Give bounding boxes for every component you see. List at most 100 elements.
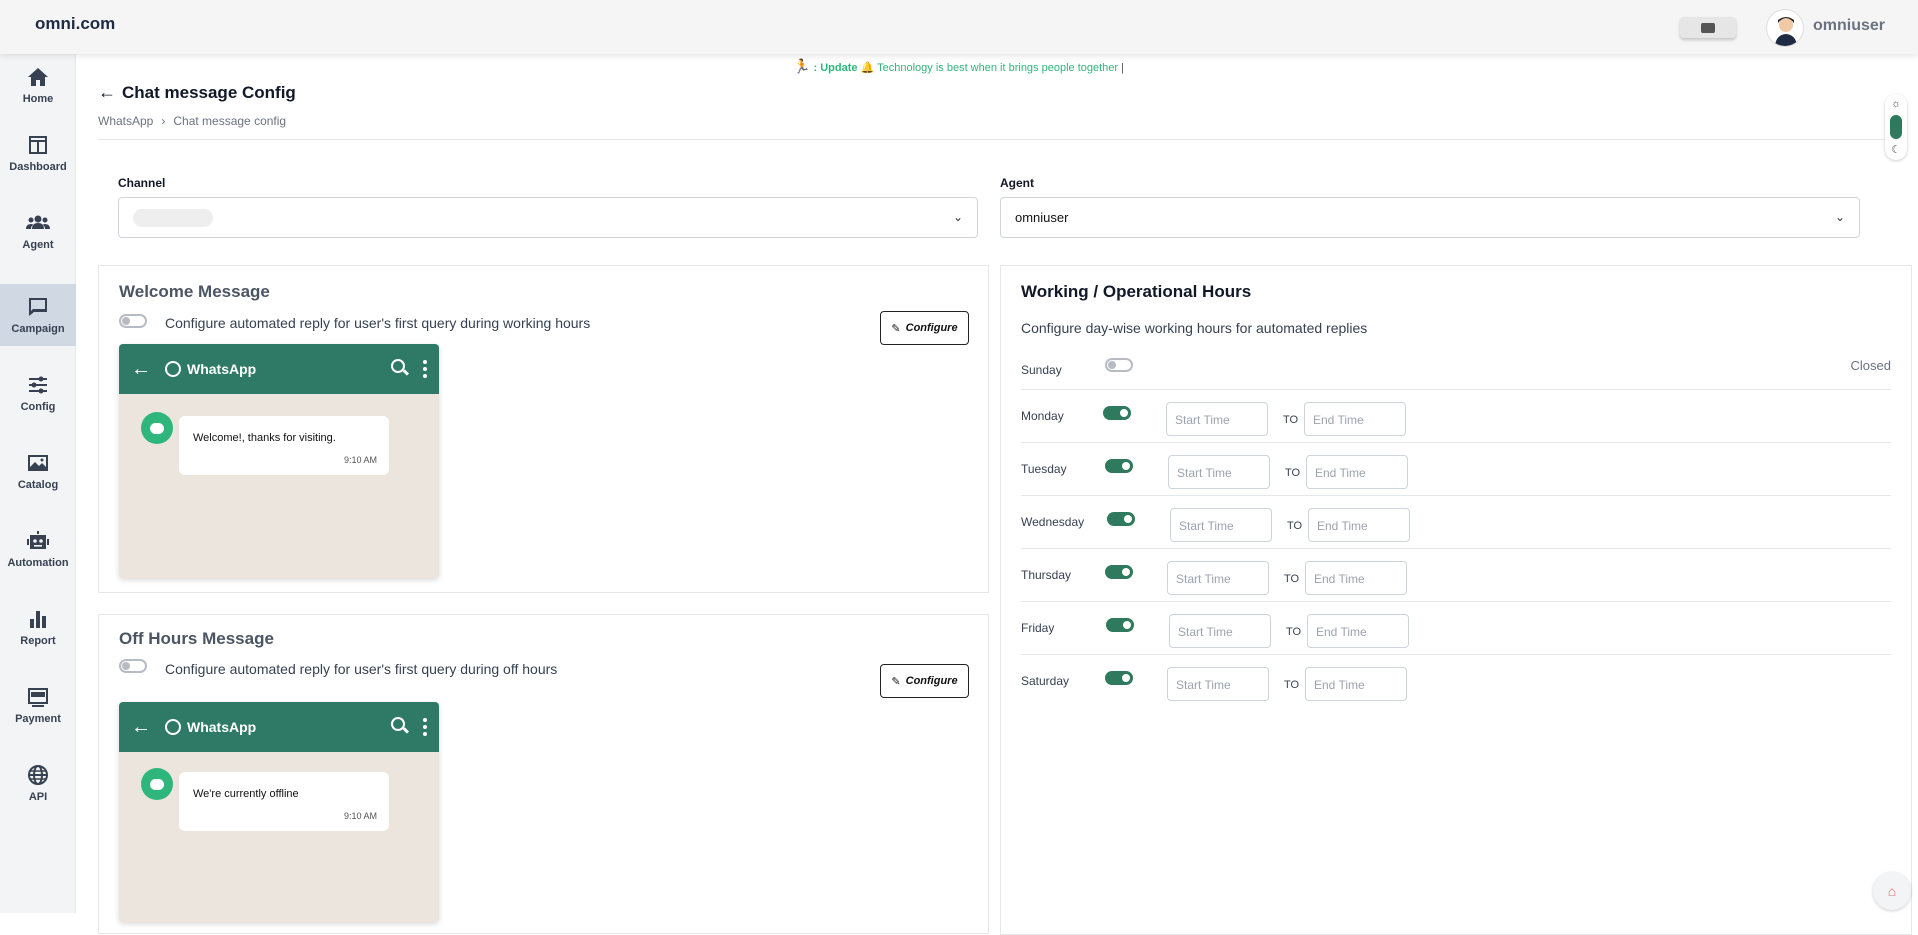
whatsapp-preview: ← WhatsApp Welcome!, thanks for visiting… bbox=[119, 344, 439, 578]
page-title-text: Chat message Config bbox=[122, 82, 296, 102]
day-toggle-saturday[interactable] bbox=[1105, 671, 1133, 685]
globe-icon bbox=[28, 765, 48, 785]
breadcrumb-link-whatsapp[interactable]: WhatsApp bbox=[98, 114, 153, 128]
welcome-configure-button[interactable]: ✎ Configure bbox=[880, 311, 969, 345]
agent-select-value: omniuser bbox=[1015, 210, 1069, 225]
day-toggle-thursday[interactable] bbox=[1105, 565, 1133, 579]
bell-icon: 🔔 bbox=[860, 62, 875, 74]
welcome-title: Welcome Message bbox=[119, 282, 270, 301]
message-text: Welcome!, thanks for visiting. bbox=[193, 432, 336, 444]
channel-value-placeholder bbox=[133, 208, 213, 227]
sidebar-item-automation[interactable]: Automation bbox=[0, 518, 76, 580]
start-time-input[interactable]: Start Time bbox=[1167, 667, 1269, 701]
to-label: TO bbox=[1286, 626, 1302, 638]
sidebar-item-label: API bbox=[28, 791, 48, 803]
day-toggle-sunday[interactable] bbox=[1105, 358, 1133, 372]
back-arrow-icon: ← bbox=[131, 715, 151, 738]
sun-icon: ☼ bbox=[1890, 98, 1902, 110]
day-name: Wednesday bbox=[1021, 515, 1085, 529]
off-hours-configure-button[interactable]: ✎ Configure bbox=[880, 664, 969, 698]
ticker-text: Technology is best when it brings people… bbox=[877, 62, 1119, 74]
chat-icon bbox=[29, 298, 47, 316]
sidebar-item-dashboard[interactable]: Dashboard bbox=[0, 122, 76, 184]
theme-toggle-knob bbox=[1890, 114, 1902, 139]
end-time-input[interactable]: End Time bbox=[1306, 455, 1408, 489]
whatsapp-preview-title: WhatsApp bbox=[187, 719, 257, 735]
help-fab[interactable]: ⌂ bbox=[1873, 872, 1911, 910]
end-time-input[interactable]: End Time bbox=[1305, 667, 1407, 701]
sidebar-item-api[interactable]: API bbox=[0, 752, 76, 814]
sidebar-item-catalog[interactable]: Catalog bbox=[0, 440, 76, 502]
to-label: TO bbox=[1283, 414, 1299, 426]
sidebar-item-home[interactable]: Home bbox=[0, 54, 76, 116]
wallet-button[interactable] bbox=[1680, 17, 1736, 38]
closed-label: Closed bbox=[1850, 358, 1891, 373]
start-time-input[interactable]: Start Time bbox=[1166, 402, 1268, 436]
sidebar-item-payment[interactable]: Payment bbox=[0, 674, 76, 736]
sidebar-item-config[interactable]: Config bbox=[0, 362, 76, 424]
users-icon bbox=[26, 215, 50, 229]
avatar[interactable] bbox=[1766, 9, 1804, 47]
sliders-icon bbox=[29, 376, 47, 394]
start-time-input[interactable]: Start Time bbox=[1167, 561, 1269, 595]
end-time-input[interactable]: End Time bbox=[1304, 402, 1406, 436]
sidebar-item-label: Campaign bbox=[11, 323, 65, 335]
day-toggle-friday[interactable] bbox=[1106, 618, 1134, 632]
pencil-icon: ✎ bbox=[891, 675, 901, 688]
day-name: Sunday bbox=[1021, 363, 1062, 377]
end-time-input[interactable]: End Time bbox=[1307, 614, 1409, 648]
channel-label: Channel bbox=[118, 176, 166, 190]
search-icon bbox=[391, 717, 405, 731]
day-name: Tuesday bbox=[1021, 462, 1067, 476]
whatsapp-icon bbox=[165, 719, 181, 735]
to-label: TO bbox=[1285, 467, 1301, 479]
welcome-toggle[interactable] bbox=[119, 314, 147, 328]
more-vertical-icon bbox=[423, 718, 427, 736]
theme-toggle[interactable]: ☼ ☾ bbox=[1885, 94, 1907, 160]
agent-select[interactable]: omniuser ⌄ bbox=[1000, 197, 1860, 238]
bot-avatar-icon bbox=[141, 412, 173, 444]
welcome-description: Configure automated reply for user's fir… bbox=[165, 315, 591, 331]
day-name: Monday bbox=[1021, 409, 1064, 423]
sidebar-item-agent[interactable]: Agent bbox=[0, 200, 76, 262]
channel-select[interactable]: ⌄ bbox=[118, 197, 978, 238]
message-time: 9:10 AM bbox=[343, 811, 377, 821]
day-toggle-tuesday[interactable] bbox=[1105, 459, 1133, 473]
sidebar-item-report[interactable]: Report bbox=[0, 596, 76, 658]
day-name: Saturday bbox=[1021, 674, 1070, 688]
update-ticker: 🏃 : Update 🔔 Technology is best when it … bbox=[793, 58, 1124, 74]
message-bubble: Welcome!, thanks for visiting. 9:10 AM bbox=[179, 416, 389, 475]
bar-chart-icon bbox=[30, 611, 46, 628]
day-toggle-monday[interactable] bbox=[1103, 406, 1131, 420]
configure-label: Configure bbox=[905, 322, 958, 334]
dashboard-icon bbox=[29, 136, 47, 154]
ticker-prefix: : Update bbox=[813, 62, 858, 74]
end-time-input[interactable]: End Time bbox=[1305, 561, 1407, 595]
page-title: ← Chat message Config bbox=[98, 82, 296, 103]
to-label: TO bbox=[1284, 573, 1300, 585]
day-toggle-wednesday[interactable] bbox=[1107, 512, 1135, 526]
day-row-wednesday: Wednesday Start Time TO End Time bbox=[1021, 496, 1891, 549]
off-hours-description: Configure automated reply for user's fir… bbox=[165, 661, 558, 677]
start-time-input[interactable]: Start Time bbox=[1168, 455, 1270, 489]
off-hours-toggle[interactable] bbox=[119, 659, 147, 673]
back-arrow-icon[interactable]: ← bbox=[98, 82, 116, 103]
sidebar-item-label: Agent bbox=[22, 239, 54, 251]
sidebar-item-campaign[interactable]: Campaign bbox=[0, 284, 76, 346]
brand-logo[interactable]: omni.com bbox=[35, 14, 115, 34]
to-label: TO bbox=[1287, 520, 1303, 532]
robot-icon bbox=[27, 531, 49, 549]
breadcrumb: WhatsApp › Chat message config bbox=[98, 114, 286, 128]
username[interactable]: omniuser bbox=[1813, 17, 1885, 35]
sidebar-item-label: Config bbox=[20, 401, 56, 413]
breadcrumb-current: Chat message config bbox=[173, 114, 287, 128]
message-text: We're currently offline bbox=[193, 788, 299, 800]
day-name: Thursday bbox=[1021, 568, 1072, 582]
chevron-down-icon: ⌄ bbox=[1834, 210, 1845, 224]
message-time: 9:10 AM bbox=[343, 455, 377, 465]
start-time-input[interactable]: Start Time bbox=[1169, 614, 1271, 648]
welcome-message-card: Welcome Message Configure automated repl… bbox=[98, 265, 989, 593]
day-row-thursday: Thursday Start Time TO End Time bbox=[1021, 549, 1891, 602]
end-time-input[interactable]: End Time bbox=[1308, 508, 1410, 542]
start-time-input[interactable]: Start Time bbox=[1170, 508, 1272, 542]
